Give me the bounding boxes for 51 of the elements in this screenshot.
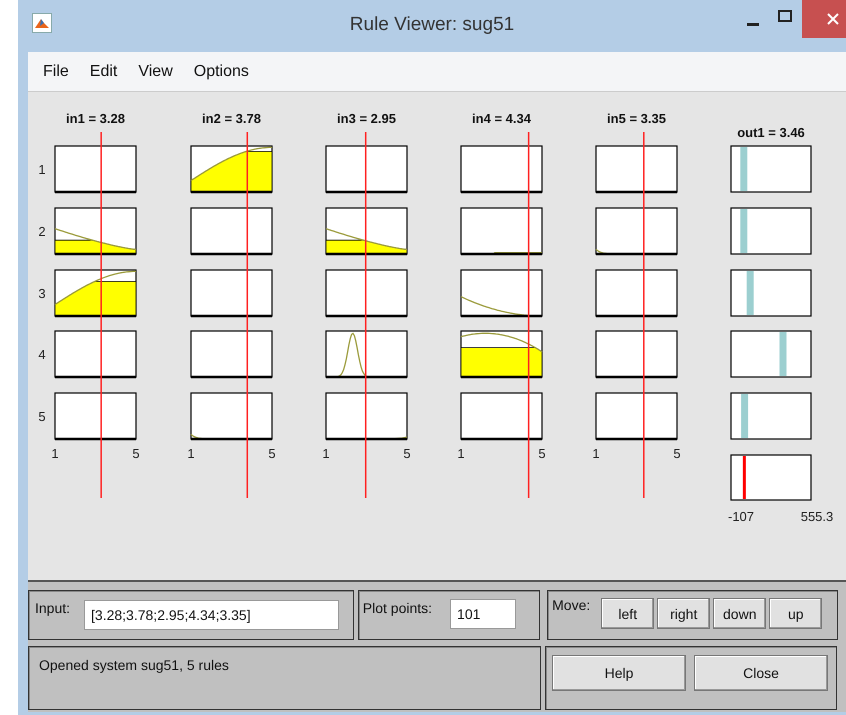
axis-tick-label: 5 — [538, 446, 546, 461]
menu-item[interactable]: Options — [184, 62, 261, 80]
rule-number: 3 — [38, 286, 46, 301]
move-button[interactable]: down — [713, 598, 766, 629]
move-label: Move: — [552, 597, 590, 613]
axis-tick-label: 5 — [268, 446, 276, 461]
variable-title: in5 = 3.35 — [607, 111, 666, 126]
menu-item[interactable]: View — [129, 62, 185, 80]
rule-number: 5 — [38, 409, 46, 424]
axis-tick-label: 5 — [673, 446, 681, 461]
move-button[interactable]: left — [601, 598, 654, 629]
variable-title: in4 = 4.34 — [472, 111, 531, 126]
variable-title: in2 = 3.78 — [202, 111, 261, 126]
plot-points-label: Plot points: — [362, 600, 432, 616]
axis-tick-label: 5 — [403, 446, 411, 461]
menu-item[interactable]: File — [34, 62, 81, 80]
output-marker-line — [742, 456, 746, 499]
axis-tick-label: 555.3 — [800, 509, 834, 524]
variable-title: in3 = 2.95 — [337, 111, 396, 126]
window-title: Rule Viewer: sug51 — [350, 14, 514, 36]
axis-tick-label: 1 — [592, 446, 600, 461]
dialog-button[interactable]: Help — [552, 655, 686, 691]
menu-item[interactable]: Edit — [80, 62, 130, 80]
rule-number: 1 — [38, 162, 46, 177]
axis-tick-label: -107 — [728, 509, 754, 524]
dialog-button[interactable]: Close — [694, 655, 828, 691]
input-marker-line[interactable] — [643, 132, 645, 498]
axis-tick-label: 1 — [322, 446, 330, 461]
maximize-icon — [778, 10, 792, 22]
input-marker-line[interactable] — [528, 132, 530, 498]
input-marker-line[interactable] — [246, 132, 248, 498]
rule-number: 4 — [38, 347, 46, 362]
input-marker-line[interactable] — [100, 132, 102, 498]
input-field[interactable]: [3.28;3.78;2.95;4.34;3.35] — [84, 600, 340, 630]
input-marker-line[interactable] — [364, 132, 366, 498]
minimize-icon — [747, 22, 759, 26]
close-icon — [827, 13, 839, 25]
variable-title: out1 = 3.46 — [737, 125, 805, 140]
axis-tick-label: 5 — [132, 446, 140, 461]
move-button[interactable]: up — [769, 598, 822, 629]
move-button[interactable]: right — [657, 598, 710, 629]
status-text: Opened system sug51, 5 rules — [39, 657, 229, 673]
close-button[interactable] — [802, 0, 846, 38]
plot-points-field[interactable]: 101 — [450, 599, 516, 629]
app-icon — [32, 13, 52, 33]
axis-tick-label: 1 — [51, 446, 59, 461]
rule-number: 2 — [38, 224, 46, 239]
variable-title: in1 = 3.28 — [66, 111, 125, 126]
axis-tick-label: 1 — [457, 446, 465, 461]
axis-tick-label: 1 — [187, 446, 195, 461]
input-label: Input: — [35, 600, 70, 616]
